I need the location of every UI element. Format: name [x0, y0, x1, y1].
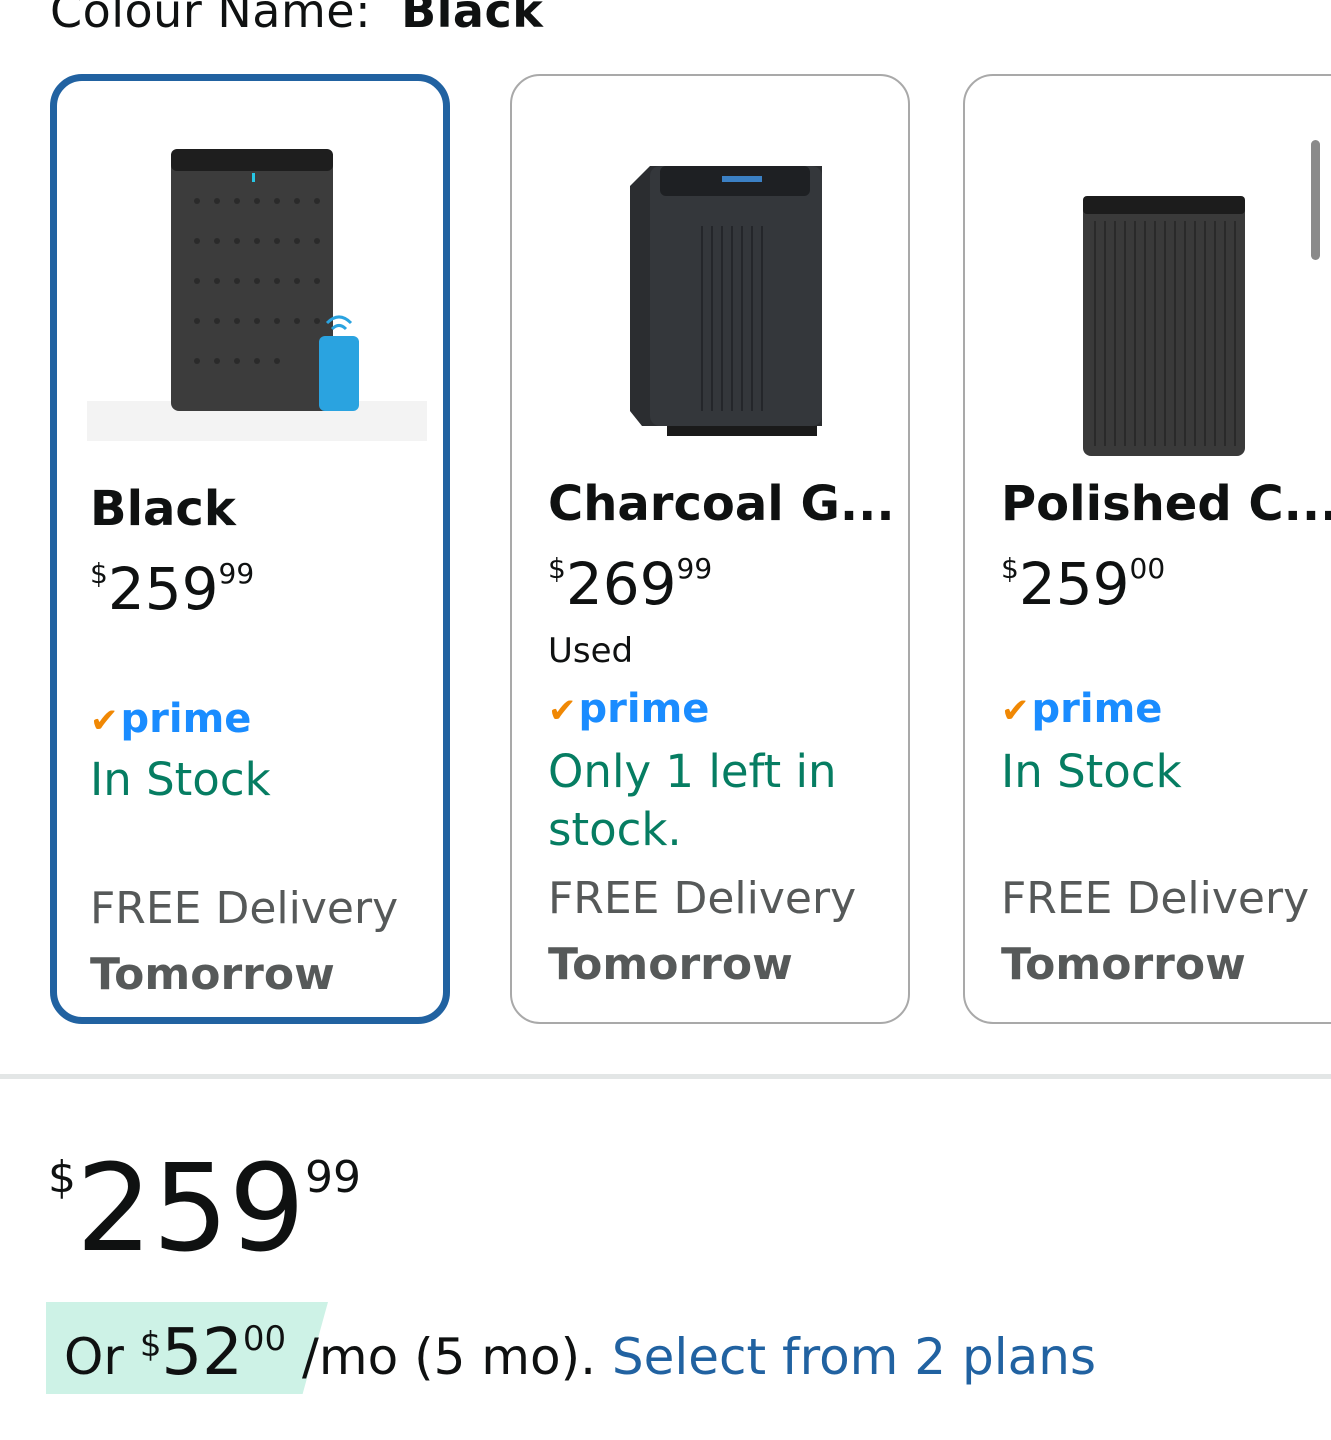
installment-prefix: Or — [64, 1328, 140, 1386]
section-divider — [0, 1074, 1331, 1079]
delivery-info: FREE Delivery Tomorrow — [548, 873, 857, 990]
colour-option-black[interactable]: Black $25999 ✔prime In Stock FREE Delive… — [50, 74, 450, 1024]
prime-check-icon: ✔ — [90, 701, 119, 741]
option-price: $25900 — [1001, 550, 1166, 618]
prime-badge: ✔prime — [1001, 686, 1163, 732]
option-name: Polished C... — [1001, 476, 1331, 532]
stock-status: Only 1 left in stock. — [548, 745, 837, 856]
stock-status: In Stock — [90, 753, 271, 806]
prime-badge: ✔prime — [90, 696, 252, 742]
colour-options-carousel[interactable]: Black $25999 ✔prime In Stock FREE Delive… — [0, 74, 1331, 1034]
product-image-polished — [1083, 196, 1245, 456]
select-plans-link[interactable]: Select from 2 plans — [612, 1328, 1096, 1386]
product-image-charcoal — [630, 166, 822, 436]
carousel-scrollbar[interactable] — [1311, 140, 1320, 260]
prime-badge: ✔prime — [548, 686, 710, 732]
stock-status: In Stock — [1001, 745, 1182, 798]
prime-check-icon: ✔ — [1001, 691, 1030, 731]
option-name: Charcoal G... — [548, 476, 895, 532]
option-price: $26999 — [548, 550, 713, 618]
colour-option-charcoal[interactable]: Charcoal G... $26999 Used ✔prime Only 1 … — [510, 74, 910, 1024]
condition-label: Used — [548, 631, 634, 671]
delivery-info: FREE Delivery Tomorrow — [90, 883, 399, 1000]
colour-name-label: Colour Name: — [50, 0, 372, 38]
main-price: $25999 — [48, 1140, 362, 1279]
option-price: $25999 — [90, 555, 255, 623]
colour-name-header: Colour Name: Black — [50, 0, 543, 38]
installment-suffix: /mo (5 mo). — [286, 1328, 612, 1386]
product-image-black — [87, 149, 427, 441]
installment-offer: Or $5200 /mo (5 mo). Select from 2 plans — [46, 1302, 1096, 1394]
option-name: Black — [90, 481, 236, 537]
delivery-info: FREE Delivery Tomorrow — [1001, 873, 1310, 990]
colour-name-value: Black — [401, 0, 544, 38]
prime-check-icon: ✔ — [548, 691, 577, 731]
colour-option-polished[interactable]: Polished C... $25900 ✔prime In Stock FRE… — [963, 74, 1331, 1024]
